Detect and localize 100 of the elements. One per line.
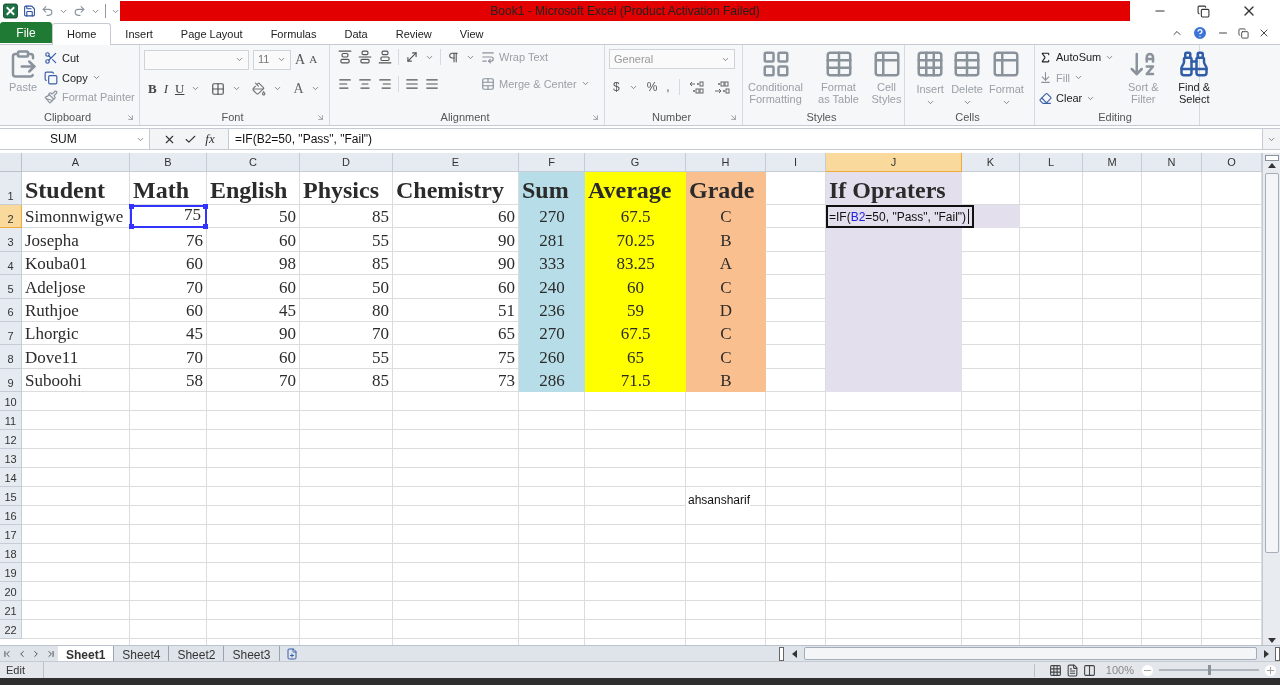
scrollbar-thumb[interactable]: [1264, 173, 1279, 553]
zoom-in-icon[interactable]: [1265, 664, 1276, 676]
row-header[interactable]: 2: [0, 205, 22, 229]
undo-icon[interactable]: [40, 4, 54, 18]
restore-icon[interactable]: [1197, 4, 1211, 18]
insert-function-button[interactable]: fx: [205, 129, 215, 149]
align-top-icon[interactable]: [338, 50, 352, 65]
row-header[interactable]: 16: [0, 506, 22, 526]
row-header[interactable]: 10: [0, 392, 22, 412]
borders-icon[interactable]: [211, 81, 226, 96]
excel-logo-icon[interactable]: [3, 3, 18, 19]
name-box[interactable]: SUM: [0, 129, 150, 149]
column-header[interactable]: L: [1020, 153, 1083, 172]
row-header[interactable]: 21: [0, 601, 22, 621]
row-header[interactable]: 20: [0, 582, 22, 602]
grow-font-button[interactable]: A: [295, 49, 306, 70]
cell-editor[interactable]: =IF(B2=50, "Pass", "Fail"): [826, 205, 975, 229]
row-header[interactable]: 22: [0, 620, 22, 640]
column-header[interactable]: A: [22, 153, 130, 172]
row-header[interactable]: 1: [0, 172, 22, 205]
row-header[interactable]: 18: [0, 544, 22, 564]
column-header[interactable]: J: [826, 153, 962, 172]
column-header[interactable]: B: [130, 153, 207, 172]
redo-icon[interactable]: [72, 4, 86, 18]
underline-button[interactable]: U: [175, 78, 185, 99]
row-header[interactable]: 11: [0, 411, 22, 431]
last-sheet-icon[interactable]: [45, 648, 56, 659]
dialog-launcher-icon[interactable]: [316, 112, 325, 122]
row-header[interactable]: 19: [0, 563, 22, 583]
font-size-field[interactable]: 11: [253, 49, 291, 70]
row-header[interactable]: 8: [0, 345, 22, 369]
dialog-launcher-icon[interactable]: [591, 112, 600, 122]
ribbon-tab[interactable]: View: [445, 23, 498, 45]
shrink-font-button[interactable]: A: [309, 51, 318, 68]
close-icon[interactable]: [1258, 27, 1270, 39]
column-header[interactable]: N: [1142, 153, 1202, 172]
row-header[interactable]: 5: [0, 275, 22, 299]
save-icon[interactable]: [22, 4, 36, 18]
autosum-button[interactable]: AutoSum: [1039, 49, 1115, 66]
sheet-tab[interactable]: Sheet1: [58, 645, 115, 662]
italic-button[interactable]: I: [163, 78, 168, 99]
tab-split-handle[interactable]: [779, 646, 784, 661]
font-name-field[interactable]: [144, 49, 249, 70]
align-middle-icon[interactable]: [358, 50, 372, 65]
comma-button[interactable]: ,: [666, 78, 670, 96]
cut-button[interactable]: Cut: [44, 50, 135, 67]
ribbon-tab[interactable]: Review: [381, 23, 446, 45]
file-tab[interactable]: File: [0, 22, 52, 43]
row-header[interactable]: 12: [0, 430, 22, 450]
align-left-icon[interactable]: [338, 76, 352, 91]
zoom-slider-thumb[interactable]: [1208, 665, 1211, 675]
row-header[interactable]: 7: [0, 321, 22, 346]
find-select-button[interactable]: Find & Select: [1172, 49, 1217, 107]
orientation-icon[interactable]: [405, 50, 419, 65]
row-header[interactable]: 14: [0, 468, 22, 488]
align-right-icon[interactable]: [378, 76, 392, 91]
column-header[interactable]: G: [585, 153, 686, 172]
column-header[interactable]: I: [766, 153, 826, 172]
formula-field[interactable]: =IF(B2=50, "Pass", "Fail"): [228, 129, 1262, 149]
paint-bucket-icon[interactable]: [252, 81, 267, 96]
clear-button[interactable]: Clear: [1039, 90, 1115, 107]
zoom-out-icon[interactable]: [1142, 664, 1153, 676]
ribbon-tab[interactable]: Page Layout: [166, 23, 257, 45]
column-header[interactable]: M: [1083, 153, 1142, 172]
column-header[interactable]: K: [962, 153, 1020, 172]
column-header[interactable]: O: [1202, 153, 1262, 172]
dialog-launcher-icon[interactable]: [729, 112, 738, 122]
ribbon-tab[interactable]: Home: [52, 23, 112, 45]
column-header[interactable]: E: [393, 153, 519, 172]
ribbon-tab[interactable]: Data: [330, 23, 382, 45]
row-header[interactable]: 6: [0, 298, 22, 322]
page-break-view-icon[interactable]: [1082, 663, 1096, 677]
currency-button[interactable]: $: [613, 78, 620, 96]
pilcrow-icon[interactable]: [447, 50, 460, 64]
scroll-left-icon[interactable]: [790, 648, 800, 659]
row-header[interactable]: 15: [0, 487, 22, 507]
column-header[interactable]: F: [519, 153, 585, 172]
scroll-up-icon[interactable]: [1266, 161, 1277, 171]
decrease-decimal-icon[interactable]: [713, 80, 730, 94]
column-header[interactable]: H: [686, 153, 766, 172]
percent-button[interactable]: %: [646, 78, 658, 96]
align-bottom-icon[interactable]: [378, 50, 392, 65]
dialog-launcher-icon[interactable]: [126, 112, 135, 122]
ribbon-tab[interactable]: Formulas: [256, 23, 331, 45]
copy-button[interactable]: Copy: [44, 69, 135, 86]
first-sheet-icon[interactable]: [2, 648, 13, 659]
row-header[interactable]: 4: [0, 251, 22, 276]
font-color-button[interactable]: A: [293, 78, 304, 99]
scrollbar-thumb[interactable]: [804, 647, 1257, 660]
increase-decimal-icon[interactable]: [688, 80, 705, 94]
align-center-icon[interactable]: [358, 76, 372, 91]
page-layout-view-icon[interactable]: [1065, 663, 1079, 677]
row-header[interactable]: 9: [0, 368, 22, 393]
row-header[interactable]: 13: [0, 449, 22, 469]
column-header[interactable]: C: [207, 153, 300, 172]
row-header[interactable]: 3: [0, 228, 22, 252]
column-header[interactable]: D: [300, 153, 393, 172]
normal-view-icon[interactable]: [1048, 663, 1062, 677]
tab-split-handle[interactable]: [1275, 646, 1280, 661]
scroll-right-icon[interactable]: [1261, 648, 1271, 659]
